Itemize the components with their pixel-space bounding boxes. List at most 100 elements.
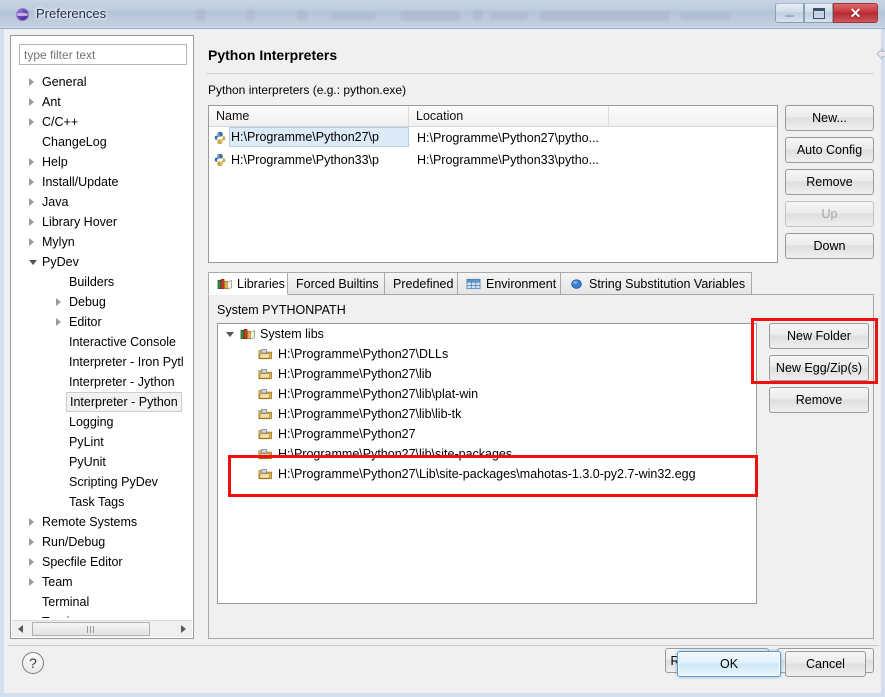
page-title: Python Interpreters [208,47,338,63]
tab-bar: Libraries Forced Builtins Predefined Enviro… [208,272,874,295]
chevron-right-icon[interactable] [29,558,34,566]
sidebar-item-terminal[interactable]: Terminal [11,592,193,612]
chevron-right-icon[interactable] [56,318,61,326]
library-path-label: H:\Programme\Python27\Lib\site-packages\… [278,467,696,481]
table-row[interactable]: H:\Programme\Python27\p H:\Programme\Pyth… [209,127,777,149]
ok-button[interactable]: OK [677,651,781,677]
chevron-right-icon[interactable] [29,218,34,226]
sidebar-item-library-hover[interactable]: Library Hover [11,212,193,232]
remove-library-button[interactable]: Remove [769,387,869,413]
cancel-button[interactable]: Cancel [785,651,866,677]
sidebar-item-c-c[interactable]: C/C++ [11,112,193,132]
tab-forced-builtins[interactable]: Forced Builtins [287,272,385,295]
sidebar-item-mylyn[interactable]: Mylyn [11,232,193,252]
scroll-left-arrow-icon[interactable] [12,621,29,637]
button-label: Remove [806,175,853,189]
library-path-node[interactable]: H:\Programme\Python27 [218,424,756,444]
sidebar-item-pyunit[interactable]: PyUnit [11,452,193,472]
auto-config-button[interactable]: Auto Config [785,137,874,163]
new-folder-button[interactable]: New Folder [769,323,869,349]
chevron-down-icon[interactable] [226,332,234,337]
tab-label: Environment [486,277,557,291]
sidebar-item-label: Interpreter - Iron Pytl [69,355,184,369]
back-arrow-icon[interactable] [875,46,885,62]
sidebar-item-pylint[interactable]: PyLint [11,432,193,452]
sidebar-item-team[interactable]: Team [11,572,193,592]
system-pythonpath-label: System PYTHONPATH [217,303,346,317]
sidebar-item-specfile-editor[interactable]: Specfile Editor [11,552,193,572]
library-root-node[interactable]: System libs [218,324,756,344]
column-header-name[interactable]: Name [209,106,409,126]
column-header-location[interactable]: Location [409,106,609,126]
chevron-right-icon[interactable] [29,98,34,106]
chevron-right-icon[interactable] [29,78,34,86]
tree-horizontal-scrollbar[interactable] [12,620,192,637]
chevron-down-icon[interactable] [29,260,37,265]
sidebar-item-remote-systems[interactable]: Remote Systems [11,512,193,532]
chevron-right-icon[interactable] [29,178,34,186]
button-label: New Egg/Zip(s) [775,361,863,375]
sidebar-item-java[interactable]: Java [11,192,193,212]
table-row[interactable]: H:\Programme\Python33\p H:\Programme\Pyth… [209,149,777,171]
interpreters-table[interactable]: Name Location H:\Programme\Python27\p H:\… [208,105,778,263]
sidebar-item-interpreter-jython[interactable]: Interpreter - Jython [11,372,193,392]
chevron-right-icon[interactable] [29,238,34,246]
chevron-right-icon[interactable] [29,518,34,526]
libraries-tree[interactable]: System libs H:\Programme\Python27\DLLs H:\… [217,323,757,604]
filter-input[interactable] [19,44,187,65]
sidebar-item-pydev[interactable]: PyDev [11,252,193,272]
chevron-right-icon[interactable] [29,118,34,126]
new-interpreter-button[interactable]: New... [785,105,874,131]
library-path-node[interactable]: H:\Programme\Python27\lib\site-packages [218,444,756,464]
sidebar-item-label: Team [42,575,73,589]
chevron-right-icon[interactable] [29,538,34,546]
scroll-right-arrow-icon[interactable] [175,621,192,637]
library-path-node[interactable]: H:\Programme\Python27\Lib\site-packages\… [218,464,756,484]
chevron-right-icon[interactable] [29,578,34,586]
variable-icon [571,279,582,289]
library-path-node[interactable]: H:\Programme\Python27\lib\plat-win [218,384,756,404]
tab-environment[interactable]: Environment [457,272,561,295]
sidebar-item-builders[interactable]: Builders [11,272,193,292]
preferences-tree[interactable]: General Ant C/C++ ChangeLog Help Install/Upda… [11,72,193,618]
sidebar-item-scripting-pydev[interactable]: Scripting PyDev [11,472,193,492]
button-label: Cancel [806,657,845,671]
sidebar-item-task-tags[interactable]: Task Tags [11,492,193,512]
sidebar-item-changelog[interactable]: ChangeLog [11,132,193,152]
tab-label: Forced Builtins [296,277,379,291]
new-egg-zip-button[interactable]: New Egg/Zip(s) [769,355,869,381]
sidebar-item-help[interactable]: Help [11,152,193,172]
sidebar-item-ant[interactable]: Ant [11,92,193,112]
sidebar-item-interactive-console[interactable]: Interactive Console [11,332,193,352]
help-icon[interactable]: ? [22,652,44,674]
sidebar-item-interpreter-iron-pytl[interactable]: Interpreter - Iron Pytl [11,352,193,372]
move-down-button[interactable]: Down [785,233,874,259]
column-header-extra[interactable] [609,106,777,126]
interpreter-location: H:\Programme\Python33\pytho... [417,153,600,167]
sidebar-item-install-update[interactable]: Install/Update [11,172,193,192]
sidebar-item-label: Task Tags [69,495,125,509]
library-path-node[interactable]: H:\Programme\Python27\lib\lib-tk [218,404,756,424]
chevron-right-icon[interactable] [56,298,61,306]
sidebar-item-tracing[interactable]: Tracing [11,612,193,618]
remove-interpreter-button[interactable]: Remove [785,169,874,195]
library-path-node[interactable]: H:\Programme\Python27\DLLs [218,344,756,364]
sidebar-item-interpreter-python[interactable]: Interpreter - Python [11,392,193,412]
tab-libraries[interactable]: Libraries [208,272,288,295]
tab-string-substitution-variables[interactable]: String Substitution Variables [560,272,752,295]
scrollbar-thumb[interactable] [32,622,150,636]
library-path-node[interactable]: H:\Programme\Python27\lib [218,364,756,384]
sidebar-item-general[interactable]: General [11,72,193,92]
sidebar-item-logging[interactable]: Logging [11,412,193,432]
minimize-button[interactable] [775,3,804,23]
sidebar-item-run-debug[interactable]: Run/Debug [11,532,193,552]
maximize-button[interactable] [804,3,833,23]
table-body: H:\Programme\Python27\p H:\Programme\Pyth… [209,127,777,171]
tab-predefined[interactable]: Predefined [384,272,458,295]
chevron-right-icon[interactable] [29,158,34,166]
sidebar-item-label: PyDev [42,255,79,269]
sidebar-item-debug[interactable]: Debug [11,292,193,312]
chevron-right-icon[interactable] [29,198,34,206]
sidebar-item-editor[interactable]: Editor [11,312,193,332]
close-button[interactable]: ✕ [833,3,878,23]
